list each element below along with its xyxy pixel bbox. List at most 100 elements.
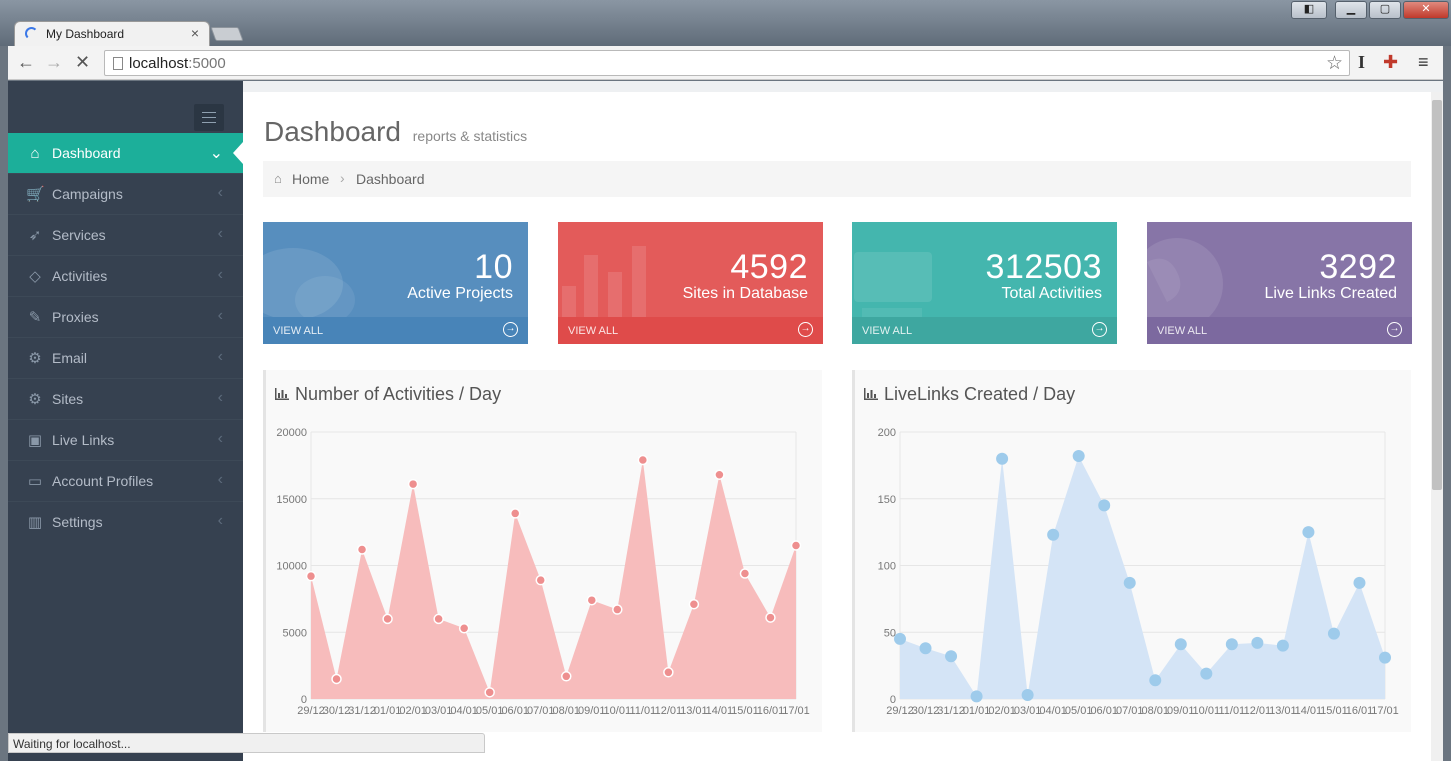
maximize-button[interactable]: ▢ [1369,1,1401,19]
data-point[interactable] [1225,638,1238,651]
arrow-circle-right-icon[interactable]: → [503,322,518,337]
data-point[interactable] [663,667,674,678]
arrow-circle-right-icon[interactable]: → [1092,322,1107,337]
data-point[interactable] [688,598,700,610]
address-bar[interactable]: localhost:5000 ☆ [104,50,1350,76]
extension-i-icon[interactable]: I [1358,52,1365,72]
new-tab-button[interactable] [210,27,244,41]
arrow-circle-right-icon[interactable]: → [798,322,813,337]
bar-chart-icon [864,388,878,400]
data-point[interactable] [1302,526,1315,539]
data-point[interactable] [305,570,317,582]
data-point[interactable] [433,613,444,625]
sidebar-item-account-profiles[interactable]: ▭ Account Profiles ‹ [8,460,243,501]
briefcase-icon: ▣ [27,432,43,449]
browser-menu-icon[interactable]: ≡ [1418,52,1429,72]
data-point[interactable] [970,690,983,703]
data-point[interactable] [1276,639,1289,652]
view-all-link[interactable]: VIEW ALL [273,325,323,337]
data-point[interactable] [535,574,546,586]
sidebar-item-proxies[interactable]: ✎ Proxies ‹ [8,296,243,337]
data-point[interactable] [356,544,368,555]
data-point[interactable] [1123,576,1136,589]
data-point[interactable] [894,632,906,645]
data-point[interactable] [612,604,623,615]
data-point[interactable] [586,594,598,606]
chevron-right-icon: › [340,170,345,186]
data-point[interactable] [1327,627,1340,640]
browser-tab[interactable]: My Dashboard × [14,21,210,46]
data-point[interactable] [1149,674,1162,687]
sidebar-item-live-links[interactable]: ▣ Live Links ‹ [8,419,243,460]
bookmark-star-icon[interactable]: ☆ [1326,52,1343,75]
app-frame: ⌂ Dashboard ⌄ 🛒 Campaigns ‹ ➶ Services ‹ ◇ Activit… [8,81,1443,761]
data-point[interactable] [945,650,958,663]
home-icon: ⌂ [30,145,40,162]
extension-plus-icon[interactable]: ✚ [1383,52,1398,72]
page-subtitle: reports & statistics [412,128,528,144]
sidebar-item-settings[interactable]: ▥ Settings ‹ [8,501,243,542]
data-point[interactable] [919,642,932,655]
sidebar-item-sites[interactable]: ⚙ Sites ‹ [8,378,243,419]
livelinks-chart: 05010015020029/1230/1231/1201/0102/0103/… [878,427,1399,717]
data-point[interactable] [765,612,776,623]
page-title-text: Dashboard [264,116,401,147]
data-point[interactable] [382,613,393,625]
stop-loading-icon[interactable]: ✕ [75,52,90,72]
sidebar-toggler-button[interactable] [194,104,224,131]
breadcrumb-home-link[interactable]: Home [292,171,329,187]
data-point[interactable] [1353,576,1366,589]
data-point[interactable] [1174,638,1187,651]
bar-chart-icon: ▥ [27,514,43,531]
x-tick-label: 10/01 [1193,705,1221,717]
data-point[interactable] [1200,667,1213,680]
url-port: :5000 [188,55,226,72]
data-point[interactable] [996,452,1009,465]
sidebar-item-email[interactable]: ⚙ Email ‹ [8,337,243,378]
user-profile-button[interactable]: ◧ [1291,1,1327,19]
x-tick-label: 06/01 [1090,705,1118,717]
page-title: Dashboard reports & statistics [264,116,527,148]
data-point[interactable] [1072,450,1085,463]
close-window-button[interactable]: ✕ [1403,1,1449,19]
data-point[interactable] [509,508,521,519]
tab-title: My Dashboard [46,27,125,41]
view-all-link[interactable]: VIEW ALL [568,325,618,337]
tab-close-icon[interactable]: × [191,25,199,41]
scrollbar-thumb[interactable] [1432,100,1442,490]
stat-footer-link[interactable]: VIEW ALL → [263,317,528,344]
stat-footer-link[interactable]: VIEW ALL → [558,317,823,344]
forward-arrow-icon[interactable]: → [45,52,63,72]
view-all-link[interactable]: VIEW ALL [862,325,912,337]
data-point[interactable] [1379,651,1391,664]
sidebar-item-services[interactable]: ➶ Services ‹ [8,214,243,255]
gear-icon: ⚙ [28,391,42,408]
y-tick-label: 10000 [276,561,307,573]
data-point[interactable] [1251,636,1264,649]
view-all-link[interactable]: VIEW ALL [1157,325,1207,337]
data-point[interactable] [739,568,751,579]
stat-footer-link[interactable]: VIEW ALL → [1147,317,1412,344]
sidebar-item-campaigns[interactable]: 🛒 Campaigns ‹ [8,173,243,214]
stat-label: Total Activities [1001,285,1102,302]
data-point[interactable] [714,469,725,480]
data-point[interactable] [790,540,802,551]
data-point[interactable] [637,454,649,466]
arrow-circle-right-icon[interactable]: → [1387,322,1402,337]
basket-icon: 🛒 [26,186,45,203]
data-point[interactable] [1098,499,1111,512]
data-point[interactable] [1047,528,1060,541]
sidebar-item-dashboard[interactable]: ⌂ Dashboard ⌄ [8,133,243,173]
url-host: localhost [129,55,189,72]
back-arrow-icon[interactable]: ← [17,52,35,72]
minimize-button[interactable]: ▁ [1335,1,1367,19]
data-point[interactable] [407,478,419,490]
page-scrollbar[interactable] [1431,92,1443,761]
stat-footer-link[interactable]: VIEW ALL → [852,317,1117,344]
data-point[interactable] [561,671,572,682]
sidebar-item-activities[interactable]: ◇ Activities ‹ [8,255,243,296]
data-point[interactable] [1021,688,1034,701]
data-point[interactable] [331,673,342,685]
data-point[interactable] [458,622,470,634]
data-point[interactable] [484,687,495,698]
